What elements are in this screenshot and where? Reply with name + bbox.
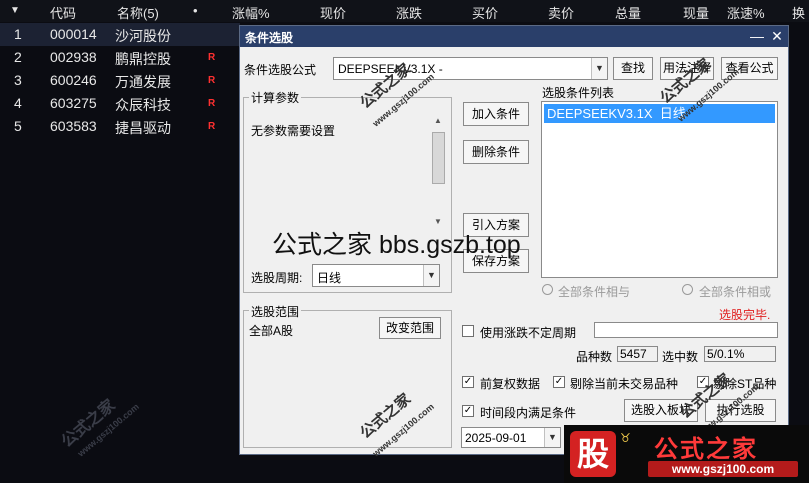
period-select[interactable]: 日线 ▼ — [312, 264, 440, 287]
use-period-checkbox[interactable] — [462, 325, 474, 337]
table-row[interactable]: 3 600246 万通发展 R — [0, 69, 240, 92]
count-value: 5457 — [620, 347, 647, 361]
col-ask[interactable]: 卖价 — [548, 3, 574, 22]
margin-flag: R — [208, 52, 216, 63]
chevron-down-icon[interactable]: ▼ — [423, 265, 439, 286]
radio-and[interactable] — [542, 284, 553, 295]
range-value: 全部A股 — [249, 324, 294, 338]
params-group-label: 计算参数 — [249, 89, 302, 106]
selected-value: 5/0.1% — [707, 347, 745, 361]
stock-name: 沙河股份 — [115, 28, 171, 44]
stock-name: 鹏鼎控股 — [115, 51, 171, 67]
find-button[interactable]: 查找 — [613, 57, 653, 80]
dialog-title: 条件选股 — [245, 31, 294, 45]
date-picker[interactable]: 2025-09-01 ▼ — [461, 427, 561, 448]
conditions-label: 选股条件列表 — [542, 86, 615, 100]
stock-code: 000014 — [50, 26, 97, 42]
count-label: 品种数 — [576, 350, 613, 364]
row-index: 1 — [14, 26, 22, 42]
chevron-down-icon[interactable]: ▼ — [591, 58, 607, 79]
radio-and-label: 全部条件相与 — [558, 285, 631, 299]
stock-code: 603583 — [50, 118, 97, 134]
time-range-checkbox[interactable]: ✓ — [462, 405, 474, 417]
row-index: 2 — [14, 49, 22, 65]
stock-code: 002938 — [50, 49, 97, 65]
time-range-label: 时间段内满足条件 — [480, 406, 577, 420]
table-row[interactable]: 5 603583 捷昌驱动 R — [0, 115, 240, 138]
table-row[interactable]: 4 603275 众辰科技 R — [0, 92, 240, 115]
radio-or[interactable] — [682, 284, 693, 295]
use-period-label: 使用涨跌不定周期 — [480, 326, 577, 340]
margin-flag: R — [208, 98, 216, 109]
params-scrollbar[interactable]: ▲ ▼ — [431, 114, 447, 229]
radio-or-label: 全部条件相或 — [699, 285, 772, 299]
row-index: 4 — [14, 95, 22, 111]
margin-flag: R — [208, 121, 216, 132]
conditions-list[interactable]: DEEPSEEKV3.1X 日线 — [541, 101, 778, 278]
bull-horn-icon: ♉ — [620, 431, 631, 445]
col-dot: • — [193, 3, 198, 18]
range-group-label: 选股范围 — [249, 303, 302, 320]
stock-code: 600246 — [50, 72, 97, 88]
scroll-up-icon[interactable]: ▲ — [434, 116, 442, 125]
col-code[interactable]: 代码 — [50, 3, 76, 22]
stock-name: 捷昌驱动 — [115, 120, 171, 136]
col-change[interactable]: 涨跌 — [396, 3, 422, 22]
date-value: 2025-09-01 — [465, 431, 527, 445]
stock-code: 603275 — [50, 95, 97, 111]
rights-label: 前复权数据 — [480, 377, 541, 391]
selected-label: 选中数 — [662, 350, 699, 364]
col-price[interactable]: 现价 — [320, 3, 346, 22]
col-turnover[interactable]: 换 — [792, 3, 805, 22]
table-row[interactable]: 1 000014 沙河股份 — [0, 23, 240, 46]
stock-name: 众辰科技 — [115, 97, 171, 113]
chevron-down-icon[interactable]: ▼ — [544, 428, 560, 447]
row-index: 5 — [14, 118, 22, 134]
period-input[interactable] — [594, 322, 778, 338]
selected-field: 5/0.1% — [704, 346, 776, 362]
count-field: 5457 — [617, 346, 658, 362]
sort-arrow-icon[interactable]: ▼ — [10, 5, 20, 16]
site-logo: 股 ♉ 公式之家 www.gszj100.com — [564, 425, 809, 483]
period-value: 日线 — [317, 271, 342, 285]
formula-select[interactable]: DEEPSEEKV3.1X - ▼ — [333, 57, 608, 80]
status-text: 选股完毕. — [719, 308, 771, 322]
table-header: ▼ 代码 名称(5) • 涨幅% 现价 涨跌 买价 卖价 总量 现量 涨速% 换 — [0, 0, 809, 22]
formula-label: 条件选股公式 — [244, 63, 317, 77]
logo-badge: 股 — [570, 431, 616, 477]
col-bid[interactable]: 买价 — [472, 3, 498, 22]
col-cur-volume[interactable]: 现量 — [683, 3, 709, 22]
col-change-pct[interactable]: 涨幅% — [232, 3, 270, 22]
add-condition-button[interactable]: 加入条件 — [463, 102, 529, 126]
rights-checkbox[interactable]: ✓ — [462, 376, 474, 388]
dialog-titlebar[interactable]: 条件选股 — ✕ — [240, 26, 788, 47]
close-icon[interactable]: ✕ — [768, 27, 786, 45]
logo-title: 公式之家 — [654, 436, 758, 463]
row-index: 3 — [14, 72, 22, 88]
delete-condition-button[interactable]: 删除条件 — [463, 140, 529, 164]
scroll-thumb[interactable] — [432, 132, 445, 184]
remove-untraded-checkbox[interactable]: ✓ — [553, 376, 565, 388]
period-label: 选股周期: — [251, 271, 303, 285]
list-item[interactable]: DEEPSEEKV3.1X 日线 — [544, 104, 775, 123]
stock-name: 万通发展 — [115, 74, 171, 90]
watermark-overlay-text: 公式之家 bbs.gszb.top — [272, 231, 521, 259]
table-row[interactable]: 2 002938 鹏鼎控股 R — [0, 46, 240, 69]
col-speed[interactable]: 涨速% — [727, 3, 765, 22]
change-range-button[interactable]: 改变范围 — [379, 317, 441, 339]
col-volume[interactable]: 总量 — [615, 3, 641, 22]
params-text: 无参数需要设置 — [251, 124, 336, 138]
col-name[interactable]: 名称(5) — [117, 3, 159, 22]
logo-url: www.gszj100.com — [648, 461, 798, 477]
minimize-icon[interactable]: — — [748, 27, 766, 45]
remove-untraded-label: 剔除当前未交易品种 — [570, 377, 679, 391]
margin-flag: R — [208, 75, 216, 86]
